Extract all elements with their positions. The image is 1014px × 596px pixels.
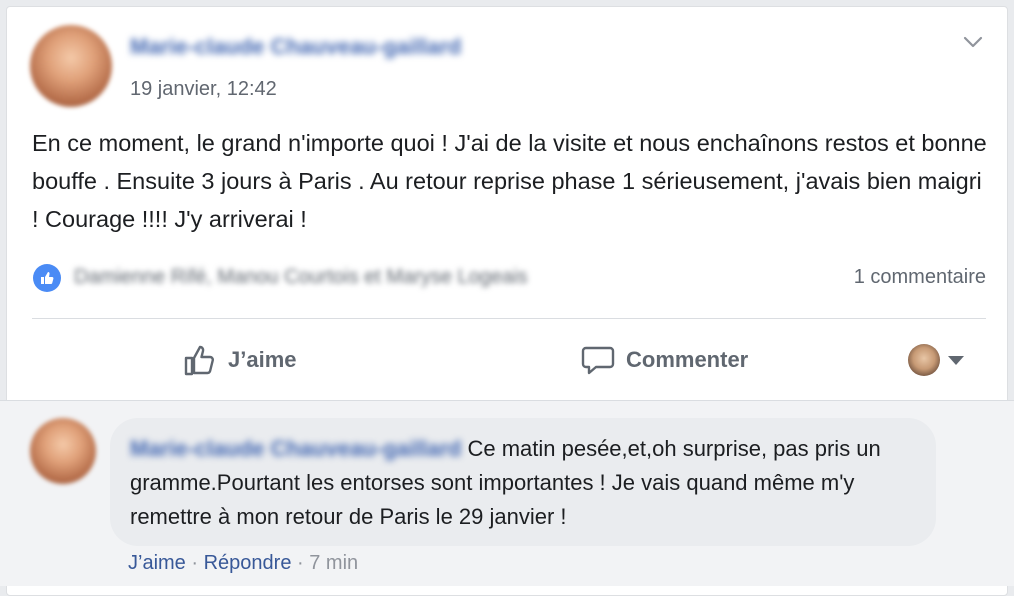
- comment-count[interactable]: 1 commentaire: [854, 266, 986, 289]
- like-label: J’aime: [228, 347, 297, 372]
- separator: ·: [191, 552, 199, 574]
- comment-bubble-icon: [581, 346, 615, 375]
- thumbs-up-icon: [184, 345, 214, 376]
- post-timestamp[interactable]: 19 janvier, 12:42: [130, 78, 277, 101]
- current-user-avatar: [908, 344, 940, 376]
- like-reaction-icon[interactable]: [33, 264, 61, 292]
- comment-label: Commenter: [626, 347, 749, 372]
- comment-time[interactable]: 7 min: [309, 552, 358, 574]
- comment-button[interactable]: Commenter: [580, 340, 748, 380]
- reaction-names[interactable]: Damienne Rifé, Manou Courtois et Maryse …: [74, 266, 528, 289]
- comment-like-link[interactable]: J’aime: [128, 552, 186, 574]
- comment-actions: J’aime · Répondre · 7 min: [128, 552, 358, 575]
- commenter-avatar[interactable]: [30, 418, 96, 484]
- comment-bubble: Marie-claude Chauveau-gaillard Ce matin …: [110, 418, 936, 546]
- chevron-down-icon[interactable]: [962, 32, 984, 52]
- like-button[interactable]: J’aime: [182, 340, 297, 380]
- author-name[interactable]: Marie-claude Chauveau-gaillard: [130, 34, 461, 60]
- divider: [32, 318, 986, 319]
- comment-reply-link[interactable]: Répondre: [204, 552, 292, 574]
- post-as-selector[interactable]: [908, 344, 964, 376]
- caret-down-icon: [948, 355, 964, 365]
- commenter-name[interactable]: Marie-claude Chauveau-gaillard: [130, 436, 461, 461]
- post-text: En ce moment, le grand n'importe quoi ! …: [32, 130, 987, 232]
- separator: ·: [297, 552, 304, 574]
- thumbs-up-icon: [41, 272, 54, 284]
- author-avatar[interactable]: [30, 25, 112, 107]
